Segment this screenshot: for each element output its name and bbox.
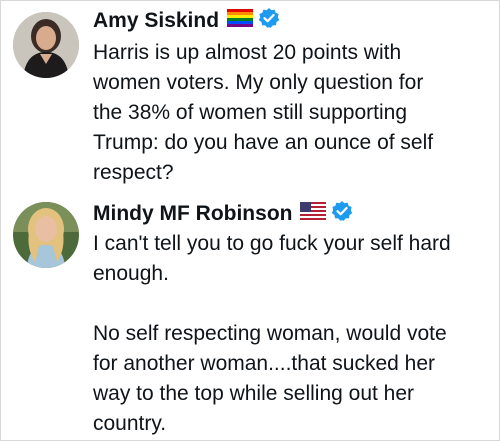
- tweet-text: Harris is up almost 20 points with women…: [93, 41, 434, 184]
- post-amy-siskind: Amy Siskind Harris is up almost 20 point…: [1, 1, 500, 191]
- post-header: Mindy MF Robinson: [93, 200, 353, 227]
- author-name[interactable]: Mindy MF Robinson: [93, 202, 292, 226]
- avatar[interactable]: [13, 202, 79, 268]
- rainbow-flag-icon: [227, 9, 254, 32]
- us-flag-icon: [300, 202, 327, 225]
- verified-badge-icon: [331, 200, 353, 227]
- author-name[interactable]: Amy Siskind: [93, 9, 219, 33]
- post-mindy-robinson: Mindy MF Robinson I can't tell you to go…: [1, 191, 500, 441]
- screenshot-frame: Amy Siskind Harris is up almost 20 point…: [0, 0, 500, 441]
- tweet-text: I can't tell you to go fuck your self ha…: [93, 232, 451, 435]
- avatar[interactable]: [13, 12, 79, 78]
- avatar-image: [13, 12, 79, 78]
- avatar-image: [13, 202, 79, 268]
- verified-badge-icon: [258, 7, 280, 34]
- post-header: Amy Siskind: [93, 7, 280, 34]
